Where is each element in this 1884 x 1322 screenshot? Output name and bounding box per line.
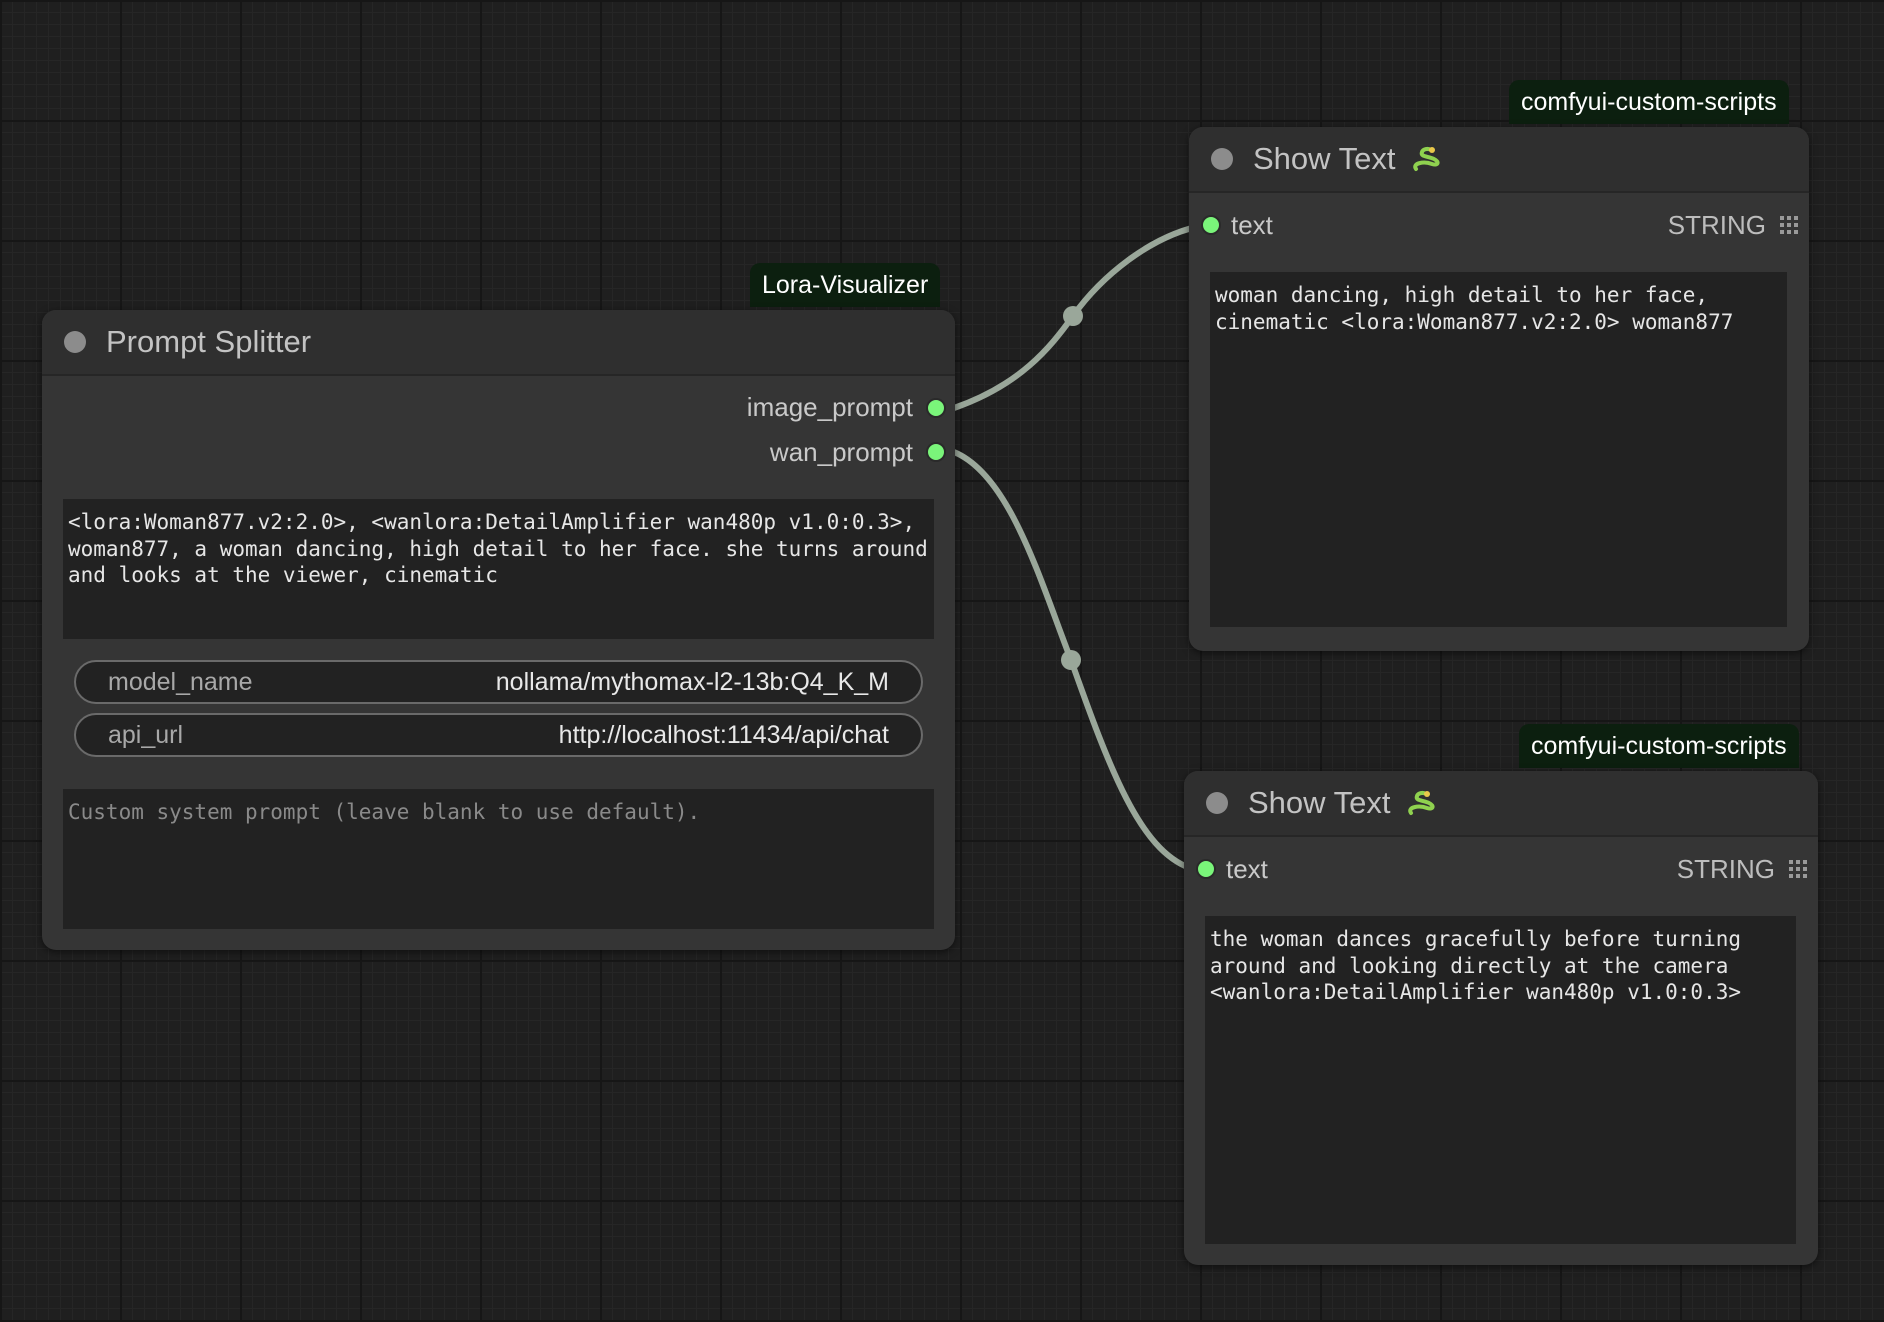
node-title: Show Text <box>1248 771 1437 835</box>
output-slot-wan-prompt[interactable] <box>926 442 946 462</box>
link-midpoint-1[interactable] <box>1063 306 1083 326</box>
input-label-text: text <box>1226 854 1268 884</box>
link-midpoint-2[interactable] <box>1061 650 1081 670</box>
snake-icon <box>1408 790 1435 815</box>
node-title-text: Show Text <box>1253 141 1396 176</box>
show-text-node-1[interactable]: Show Text text STRING woman dancing, hig… <box>1189 127 1809 651</box>
input-slot-text[interactable] <box>1196 859 1216 879</box>
model-name-widget[interactable]: model_name nollama/mythomax-l2-13b:Q4_K_… <box>74 660 923 704</box>
collapse-toggle[interactable] <box>1206 792 1228 814</box>
grid-icon[interactable] <box>1780 216 1798 234</box>
show-text-node-2[interactable]: Show Text text STRING the woman dances g… <box>1184 771 1818 1265</box>
model-name-value: nollama/mythomax-l2-13b:Q4_K_M <box>495 668 889 696</box>
prompt-splitter-node[interactable]: Prompt Splitter image_prompt wan_prompt … <box>42 310 955 950</box>
model-name-label: model_name <box>108 668 253 696</box>
source-tag-custom-scripts-1: comfyui-custom-scripts <box>1509 80 1789 124</box>
snake-icon <box>1413 146 1440 171</box>
node-title: Show Text <box>1253 127 1442 191</box>
api-url-value: http://localhost:11434/api/chat <box>558 721 889 749</box>
prompt-textarea[interactable]: <lora:Woman877.v2:2.0>, <wanlora:DetailA… <box>63 499 934 639</box>
collapse-toggle[interactable] <box>1211 148 1233 170</box>
node-header[interactable]: Show Text <box>1184 771 1818 837</box>
output-label-wan-prompt: wan_prompt <box>769 437 913 467</box>
output-type-label: STRING <box>1667 210 1766 240</box>
input-label-text: text <box>1231 210 1273 240</box>
grid-icon[interactable] <box>1789 860 1807 878</box>
node-header[interactable]: Show Text <box>1189 127 1809 193</box>
input-slot-text[interactable] <box>1201 215 1221 235</box>
source-tag-custom-scripts-2: comfyui-custom-scripts <box>1519 724 1799 768</box>
output-label-image-prompt: image_prompt <box>746 392 913 422</box>
collapse-toggle[interactable] <box>64 331 86 353</box>
output-type-label: STRING <box>1676 854 1775 884</box>
source-tag-lora-visualizer: Lora-Visualizer <box>750 263 941 307</box>
node-title: Prompt Splitter <box>106 324 312 359</box>
node-header[interactable]: Prompt Splitter <box>42 310 955 376</box>
show-text-output-1[interactable]: woman dancing, high detail to her face, … <box>1210 272 1787 627</box>
show-text-output-2[interactable]: the woman dances gracefully before turni… <box>1205 916 1796 1244</box>
api-url-widget[interactable]: api_url http://localhost:11434/api/chat <box>74 713 923 757</box>
node-title-text: Show Text <box>1248 785 1391 820</box>
output-slot-image-prompt[interactable] <box>926 398 946 418</box>
system-prompt-textarea[interactable]: Custom system prompt (leave blank to use… <box>63 789 934 929</box>
api-url-label: api_url <box>108 721 184 749</box>
